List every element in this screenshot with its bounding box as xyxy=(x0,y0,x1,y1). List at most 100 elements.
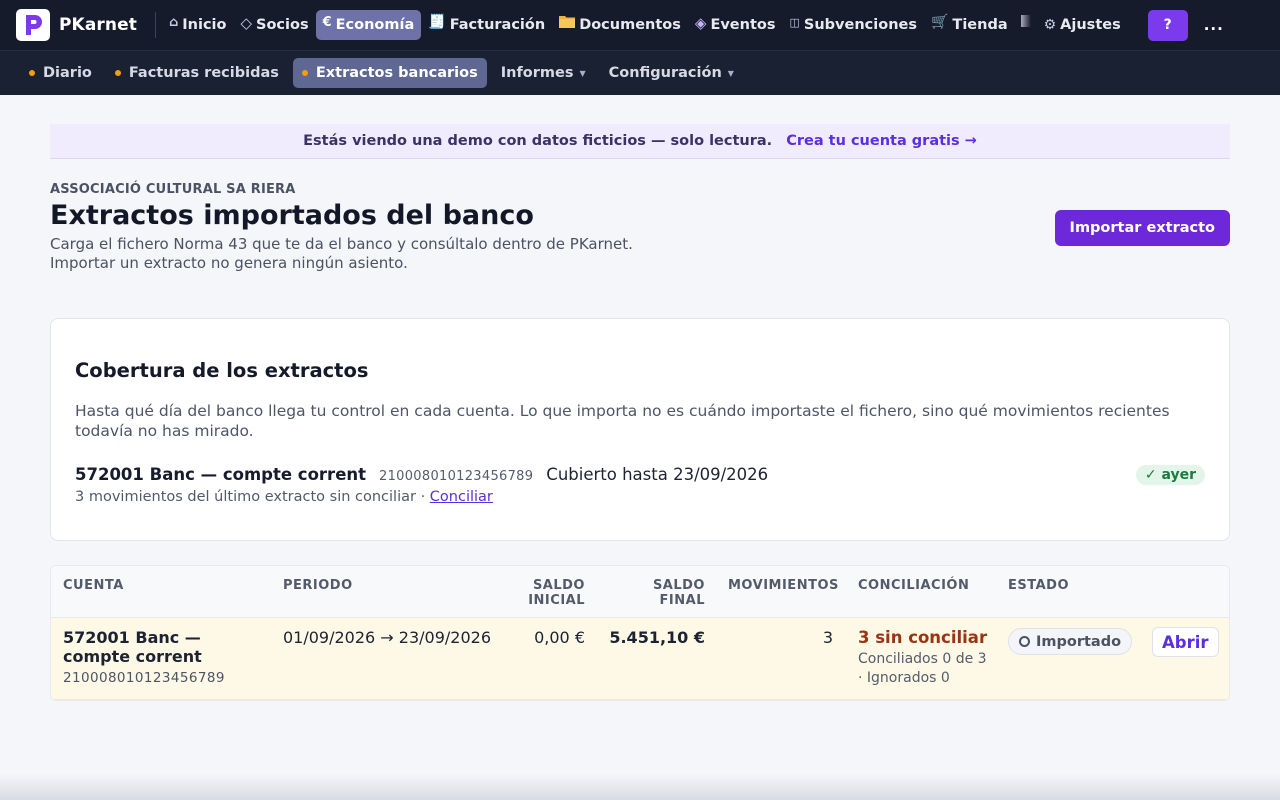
status-label: Importado xyxy=(1036,633,1122,650)
nav-item-label: Ajustes xyxy=(1060,17,1121,33)
organization-name: ASSOCIACIÓ CULTURAL SA RIERA xyxy=(50,182,296,197)
open-button[interactable]: Abrir xyxy=(1152,627,1219,657)
columns-icon: ◫ xyxy=(789,15,800,29)
help-button[interactable]: ? xyxy=(1147,9,1188,41)
top-navbar: PKarnet ⌂ Inicio ◇ Socios € Economía 🧾 F… xyxy=(0,0,1280,50)
circle-icon xyxy=(1019,636,1030,647)
page-description-line: Carga el fichero Norma 43 que te da el b… xyxy=(50,235,633,253)
more-menu-button[interactable]: ... xyxy=(1204,16,1224,34)
cell-cuenta-iban: 210008010123456789 xyxy=(63,670,225,686)
account-iban: 210008010123456789 xyxy=(379,469,534,484)
cell-movimientos: 3 xyxy=(822,628,833,647)
column-header-movimientos[interactable]: MOVIMIENTOS xyxy=(728,578,839,593)
nav-item-documentos[interactable]: Documentos xyxy=(552,10,688,40)
subnav-item-informes[interactable]: Informes ▼ xyxy=(492,58,595,88)
status-dot xyxy=(29,70,35,76)
nav-divider xyxy=(154,12,156,38)
column-header-periodo[interactable]: PERIODO xyxy=(283,578,353,593)
app-name: PKarnet xyxy=(59,15,137,35)
nav-item-label: Subvenciones xyxy=(803,17,917,33)
column-header-saldo-inicial[interactable]: SALDO INICIAL xyxy=(525,578,585,608)
folder-icon xyxy=(559,14,576,32)
subnav-item-configuracion[interactable]: Configuración ▼ xyxy=(600,58,743,88)
subnav-item-diario[interactable]: Diario xyxy=(20,58,101,88)
reconciliation-detail: Conciliados 0 de 3 · Ignorados 0 xyxy=(858,651,987,686)
column-header-cuenta[interactable]: CUENTA xyxy=(63,578,124,593)
subnav-item-label: Facturas recibidas xyxy=(128,65,279,81)
coverage-title: Cobertura de los extractos xyxy=(75,359,369,382)
bottom-scroll-shadow xyxy=(0,774,1280,800)
account-name: 572001 Banc — compte corrent xyxy=(75,465,367,484)
nav-item-socios[interactable]: ◇ Socios xyxy=(233,10,315,40)
page-description: Carga el fichero Norma 43 que te da el b… xyxy=(50,235,1230,273)
subnav-item-extractos-bancarios[interactable]: Extractos bancarios xyxy=(292,58,487,88)
pending-movements-text: 3 movimientos del último extracto sin co… xyxy=(75,489,493,505)
column-header-line: SALDO xyxy=(652,578,705,593)
page-header: ASSOCIACIÓ CULTURAL SA RIERA Extractos i… xyxy=(50,182,1230,292)
column-header-line: INICIAL xyxy=(528,593,585,608)
statements-table: CUENTA PERIODO SALDO INICIAL SALDO FINAL… xyxy=(50,565,1230,701)
coverage-card: Cobertura de los extractos Hasta qué día… xyxy=(50,318,1230,541)
cell-cuenta-name: compte corrent xyxy=(63,647,202,666)
chevron-down-icon: ▼ xyxy=(727,68,734,78)
column-header-conciliacion[interactable]: CONCILIACIÓN xyxy=(858,578,969,593)
cell-periodo: 01/09/2026 → 23/09/2026 xyxy=(283,628,492,647)
nav-item-tienda[interactable]: 🛒 Tienda xyxy=(924,10,1015,40)
gear-icon: ⚙ xyxy=(1043,17,1057,33)
nav-item-label: Tienda xyxy=(952,17,1008,33)
subnav-item-label: Configuración xyxy=(608,65,722,81)
nav-item-hidden[interactable] xyxy=(1015,10,1037,40)
gradient-block-icon xyxy=(1020,15,1031,31)
subnav-item-label: Extractos bancarios xyxy=(315,65,478,81)
receipt-icon: 🧾 xyxy=(428,14,446,30)
nav-item-subvenciones[interactable]: ◫ Subvenciones xyxy=(783,10,924,40)
nav-item-economia[interactable]: € Economía xyxy=(315,10,422,40)
sub-navbar: Diario Facturas recibidas Extractos banc… xyxy=(0,50,1280,95)
nav-item-label: Socios xyxy=(256,17,309,33)
nav-item-label: Inicio xyxy=(182,17,227,33)
table-row[interactable]: 572001 Banc — compte corrent 21000801012… xyxy=(51,618,1229,700)
nav-item-ajustes[interactable]: ⚙ Ajustes xyxy=(1037,10,1128,40)
page-description-line: Importar un extracto no genera ningún as… xyxy=(50,254,408,272)
euro-icon: € xyxy=(322,14,332,30)
chevron-down-icon: ▼ xyxy=(579,68,586,78)
app-logo[interactable]: PKarnet xyxy=(16,9,137,41)
create-account-link[interactable]: Crea tu cuenta gratis → xyxy=(786,133,977,149)
demo-banner: Estás viendo una demo con datos ficticio… xyxy=(50,124,1230,159)
import-statement-button[interactable]: Importar extracto xyxy=(1054,210,1230,246)
nav-item-label: Documentos xyxy=(579,17,681,33)
nav-item-inicio[interactable]: ⌂ Inicio xyxy=(162,10,234,40)
column-header-estado[interactable]: ESTADO xyxy=(1008,578,1069,593)
nav-item-eventos[interactable]: ◈ Eventos xyxy=(688,10,783,40)
pending-movements-label: 3 movimientos del último extracto sin co… xyxy=(75,489,430,505)
reconcile-link[interactable]: Conciliar xyxy=(430,489,493,505)
coverage-description: Hasta qué día del banco llega tu control… xyxy=(75,402,1170,440)
cell-cuenta-name: 572001 Banc — xyxy=(63,628,201,647)
home-icon: ⌂ xyxy=(168,14,179,30)
status-dot xyxy=(114,70,121,76)
page-title: Extractos importados del banco xyxy=(50,200,534,231)
coverage-account-line: 572001 Banc — compte corrent 21000801012… xyxy=(75,465,768,484)
nav-item-label: Facturación xyxy=(449,17,546,33)
nav-item-label: Economía xyxy=(335,17,415,33)
main-content: Estás viendo una demo con datos ficticio… xyxy=(50,124,1230,701)
freshness-badge: ✓ ayer xyxy=(1135,465,1205,485)
nav-item-label: Eventos xyxy=(710,17,776,33)
diamond-icon: ◇ xyxy=(240,14,253,32)
unreconciled-count: 3 sin conciliar xyxy=(858,628,988,647)
logo-icon xyxy=(16,9,50,41)
subnav-item-facturas-recibidas[interactable]: Facturas recibidas xyxy=(106,58,288,88)
status-dot xyxy=(301,70,308,76)
status-badge: Importado xyxy=(1008,628,1133,655)
event-diamond-icon: ◈ xyxy=(694,14,707,32)
subnav-item-label: Informes xyxy=(500,65,574,81)
nav-item-facturacion[interactable]: 🧾 Facturación xyxy=(421,10,552,40)
cell-cuenta: 572001 Banc — compte corrent 21000801012… xyxy=(63,628,263,688)
demo-banner-text: Estás viendo una demo con datos ficticio… xyxy=(303,133,773,149)
cell-saldo-final: 5.451,10 € xyxy=(609,628,705,647)
column-header-saldo-final[interactable]: SALDO FINAL xyxy=(645,578,705,608)
cell-saldo-inicial: 0,00 € xyxy=(534,628,585,647)
column-header-line: FINAL xyxy=(659,593,705,608)
cell-conciliacion: 3 sin conciliar Conciliados 0 de 3 · Ign… xyxy=(858,628,988,688)
covered-until: Cubierto hasta 23/09/2026 xyxy=(546,465,769,484)
